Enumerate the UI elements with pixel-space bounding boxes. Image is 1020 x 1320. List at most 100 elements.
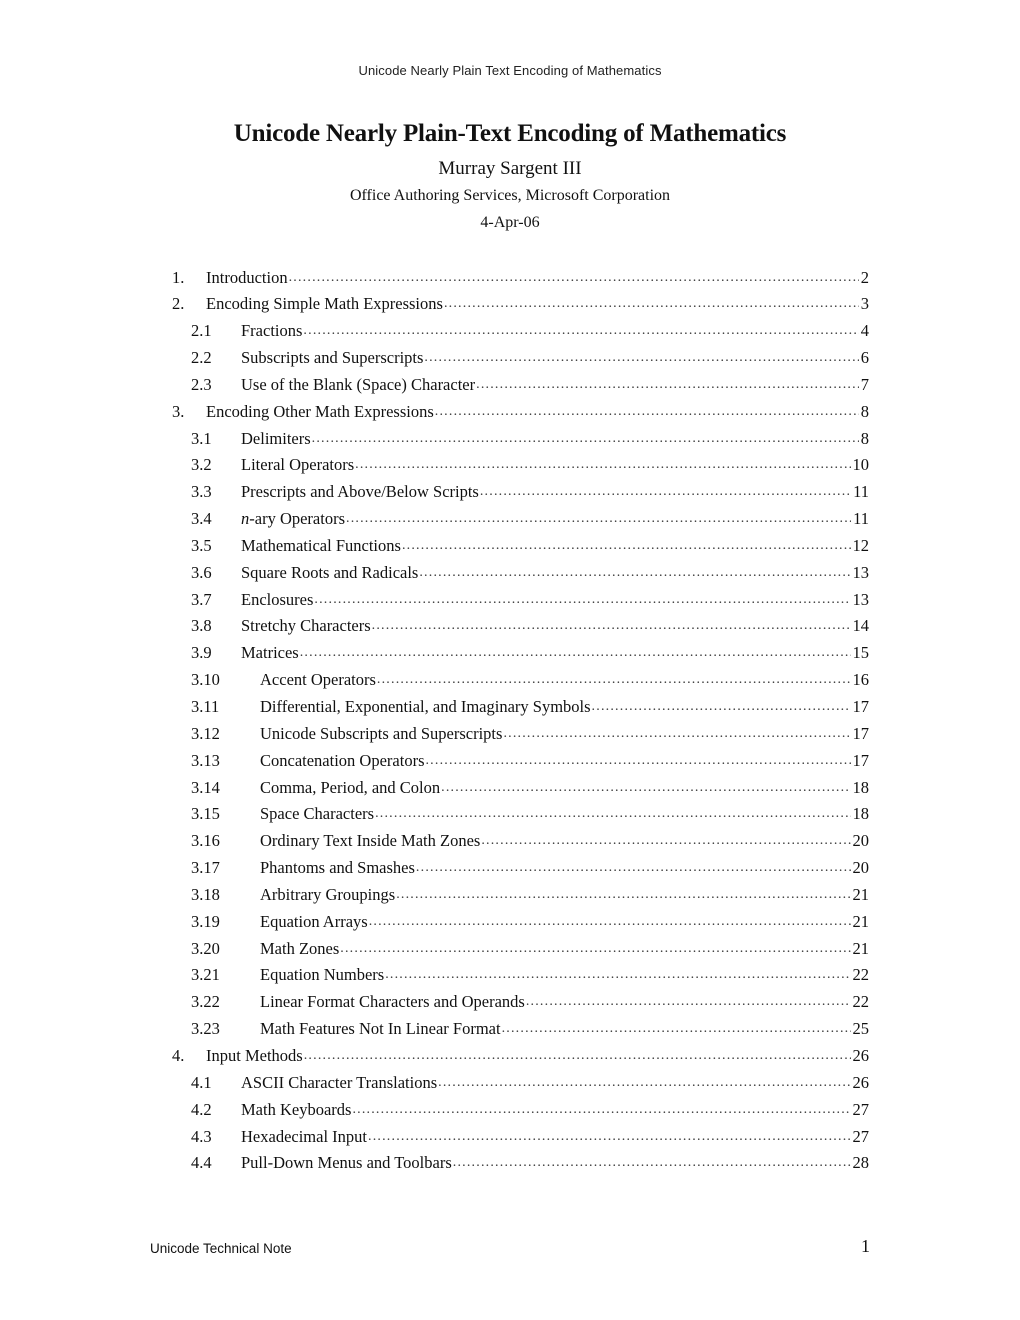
toc-entry-page[interactable]: 26 xyxy=(853,1046,870,1066)
toc-entry-page[interactable]: 7 xyxy=(861,375,869,395)
toc-entry[interactable]: 3.18 Arbitrary Groupings 21 xyxy=(172,883,869,910)
toc-entry[interactable]: 3.19 Equation Arrays 21 xyxy=(172,910,869,937)
toc-entry-title[interactable]: Mathematical Functions xyxy=(241,536,401,556)
toc-entry[interactable]: 4. Input Methods 26 xyxy=(172,1044,869,1071)
toc-entry-title[interactable]: Use of the Blank (Space) Character xyxy=(241,375,475,395)
toc-entry[interactable]: 3.4 n-ary Operators 11 xyxy=(172,508,869,535)
toc-entry[interactable]: 4.3 Hexadecimal Input 27 xyxy=(172,1125,869,1152)
toc-entry-page[interactable]: 3 xyxy=(861,294,869,314)
toc-entry-page[interactable]: 8 xyxy=(861,402,869,422)
toc-entry[interactable]: 4.4 Pull-Down Menus and Toolbars 28 xyxy=(172,1152,869,1179)
toc-entry-page[interactable]: 28 xyxy=(853,1153,870,1173)
toc-entry[interactable]: 2.2 Subscripts and Superscripts 6 xyxy=(172,347,869,374)
toc-entry[interactable]: 3.16 Ordinary Text Inside Math Zones 20 xyxy=(172,830,869,857)
toc-entry-page[interactable]: 11 xyxy=(853,482,869,502)
toc-entry[interactable]: 3.9 Matrices 15 xyxy=(172,642,869,669)
toc-entry[interactable]: 3.1 Delimiters 8 xyxy=(172,427,869,454)
toc-entry-title[interactable]: Equation Arrays xyxy=(260,912,368,932)
toc-entry-title[interactable]: Encoding Simple Math Expressions xyxy=(206,294,443,314)
toc-entry-title[interactable]: Ordinary Text Inside Math Zones xyxy=(260,831,480,851)
toc-entry-title[interactable]: Accent Operators xyxy=(260,670,376,690)
toc-entry[interactable]: 3.15 Space Characters 18 xyxy=(172,803,869,830)
toc-entry-title[interactable]: Concatenation Operators xyxy=(260,751,424,771)
toc-entry-title[interactable]: Math Zones xyxy=(260,939,339,959)
toc-entry-page[interactable]: 14 xyxy=(853,616,870,636)
toc-entry-page[interactable]: 13 xyxy=(853,563,870,583)
toc-entry[interactable]: 3.20 Math Zones 21 xyxy=(172,937,869,964)
toc-entry[interactable]: 3.12 Unicode Subscripts and Superscripts 1… xyxy=(172,722,869,749)
toc-entry-page[interactable]: 20 xyxy=(853,831,870,851)
toc-entry-page[interactable]: 13 xyxy=(853,590,870,610)
toc-entry-title[interactable]: Pull-Down Menus and Toolbars xyxy=(241,1153,452,1173)
toc-entry-page[interactable]: 12 xyxy=(853,536,870,556)
toc-entry-title[interactable]: Subscripts and Superscripts xyxy=(241,348,423,368)
toc-entry-page[interactable]: 11 xyxy=(853,509,869,529)
toc-entry[interactable]: 1. Introduction 2 xyxy=(172,266,869,293)
toc-entry[interactable]: 2.3 Use of the Blank (Space) Character 7 xyxy=(172,373,869,400)
toc-entry-title[interactable]: Linear Format Characters and Operands xyxy=(260,992,525,1012)
toc-entry-title[interactable]: Equation Numbers xyxy=(260,965,384,985)
toc-entry[interactable]: 3.21 Equation Numbers 22 xyxy=(172,964,869,991)
toc-entry[interactable]: 4.1 ASCII Character Translations 26 xyxy=(172,1071,869,1098)
toc-entry[interactable]: 3. Encoding Other Math Expressions 8 xyxy=(172,400,869,427)
toc-entry-title[interactable]: Hexadecimal Input xyxy=(241,1127,367,1147)
toc-entry-title[interactable]: Matrices xyxy=(241,643,299,663)
toc-entry-page[interactable]: 21 xyxy=(853,912,870,932)
toc-entry-page[interactable]: 27 xyxy=(853,1127,870,1147)
toc-entry-title[interactable]: Stretchy Characters xyxy=(241,616,371,636)
toc-entry-title[interactable]: Input Methods xyxy=(206,1046,303,1066)
toc-entry-page[interactable]: 6 xyxy=(861,348,869,368)
toc-entry[interactable]: 3.7 Enclosures 13 xyxy=(172,588,869,615)
toc-entry[interactable]: 3.10 Accent Operators 16 xyxy=(172,669,869,696)
toc-entry-title[interactable]: n-ary Operators xyxy=(241,509,345,529)
toc-entry-title[interactable]: ASCII Character Translations xyxy=(241,1073,437,1093)
toc-entry[interactable]: 3.14 Comma, Period, and Colon 18 xyxy=(172,776,869,803)
toc-entry-page[interactable]: 17 xyxy=(853,697,870,717)
toc-entry[interactable]: 3.2 Literal Operators 10 xyxy=(172,454,869,481)
toc-entry-page[interactable]: 2 xyxy=(861,268,869,288)
toc-entry[interactable]: 3.6 Square Roots and Radicals 13 xyxy=(172,561,869,588)
toc-entry[interactable]: 3.3 Prescripts and Above/Below Scripts 11 xyxy=(172,481,869,508)
toc-entry-page[interactable]: 21 xyxy=(853,939,870,959)
toc-entry[interactable]: 2. Encoding Simple Math Expressions 3 xyxy=(172,293,869,320)
toc-entry-page[interactable]: 15 xyxy=(853,643,870,663)
toc-entry-page[interactable]: 17 xyxy=(853,724,870,744)
toc-entry-title[interactable]: Prescripts and Above/Below Scripts xyxy=(241,482,479,502)
toc-entry-page[interactable]: 26 xyxy=(853,1073,870,1093)
toc-entry[interactable]: 3.13 Concatenation Operators 17 xyxy=(172,749,869,776)
toc-entry-page[interactable]: 8 xyxy=(861,429,869,449)
toc-entry[interactable]: 3.11 Differential, Exponential, and Imagi… xyxy=(172,696,869,723)
toc-entry-page[interactable]: 10 xyxy=(853,455,870,475)
toc-entry-page[interactable]: 22 xyxy=(853,965,870,985)
toc-entry-page[interactable]: 4 xyxy=(861,321,869,341)
toc-entry-title[interactable]: Phantoms and Smashes xyxy=(260,858,415,878)
toc-entry[interactable]: 3.23 Math Features Not In Linear Format 25 xyxy=(172,1018,869,1045)
toc-entry-page[interactable]: 20 xyxy=(853,858,870,878)
toc-entry-title[interactable]: Math Features Not In Linear Format xyxy=(260,1019,501,1039)
toc-entry-page[interactable]: 16 xyxy=(853,670,870,690)
toc-entry-page[interactable]: 21 xyxy=(853,885,870,905)
toc-entry-title[interactable]: Encoding Other Math Expressions xyxy=(206,402,434,422)
toc-entry-title[interactable]: Differential, Exponential, and Imaginary… xyxy=(260,697,591,717)
toc-entry-page[interactable]: 18 xyxy=(853,778,870,798)
toc-entry-title[interactable]: Math Keyboards xyxy=(241,1100,351,1120)
toc-entry-title[interactable]: Comma, Period, and Colon xyxy=(260,778,440,798)
toc-entry-title[interactable]: Unicode Subscripts and Superscripts xyxy=(260,724,502,744)
toc-entry[interactable]: 3.17 Phantoms and Smashes 20 xyxy=(172,857,869,884)
toc-entry[interactable]: 3.22 Linear Format Characters and Operand… xyxy=(172,991,869,1018)
toc-entry-title[interactable]: Delimiters xyxy=(241,429,311,449)
toc-entry[interactable]: 4.2 Math Keyboards 27 xyxy=(172,1098,869,1125)
toc-entry-page[interactable]: 25 xyxy=(853,1019,870,1039)
toc-entry-title[interactable]: Introduction xyxy=(206,268,288,288)
toc-entry-title[interactable]: Square Roots and Radicals xyxy=(241,563,418,583)
toc-entry-title[interactable]: Space Characters xyxy=(260,804,374,824)
toc-entry[interactable]: 3.8 Stretchy Characters 14 xyxy=(172,615,869,642)
toc-entry-title[interactable]: Enclosures xyxy=(241,590,313,610)
toc-entry-page[interactable]: 22 xyxy=(853,992,870,1012)
toc-entry-page[interactable]: 27 xyxy=(853,1100,870,1120)
toc-entry-page[interactable]: 18 xyxy=(853,804,870,824)
toc-entry[interactable]: 2.1 Fractions 4 xyxy=(172,320,869,347)
toc-entry-page[interactable]: 17 xyxy=(853,751,870,771)
toc-entry[interactable]: 3.5 Mathematical Functions 12 xyxy=(172,534,869,561)
toc-entry-title[interactable]: Fractions xyxy=(241,321,302,341)
